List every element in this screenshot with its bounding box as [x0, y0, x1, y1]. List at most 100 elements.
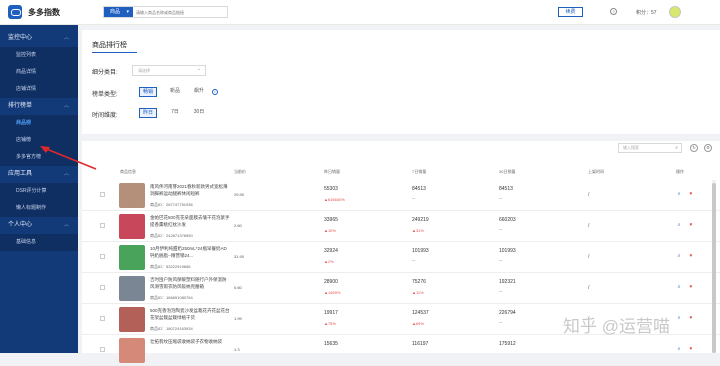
column-product-info: 商品信息	[120, 169, 136, 174]
help-icon[interactable]: ?	[610, 8, 617, 15]
info-icon[interactable]: i	[212, 89, 218, 95]
product-thumbnail[interactable]	[119, 307, 145, 332]
yesterday-change: ▲1469%	[324, 290, 341, 295]
column-actions: 操作	[676, 169, 684, 174]
product-name[interactable]: 壮拓翡纹压缩袋收纳袋子衣物收纳袋	[150, 338, 230, 345]
row-checkbox[interactable]	[100, 316, 105, 321]
favorite-icon[interactable]: ♥	[688, 346, 694, 352]
product-thumbnail[interactable]	[119, 214, 145, 239]
favorite-icon[interactable]: ♥	[688, 315, 694, 321]
sidebar-item-official-ranking[interactable]: 多多官方榜	[0, 149, 78, 166]
favorite-icon[interactable]: ♥	[688, 191, 694, 197]
page-title: 商品排行榜	[92, 42, 127, 49]
table-scrollbar[interactable]	[712, 183, 716, 353]
time-range-30d[interactable]: 30日	[190, 108, 208, 118]
column-price[interactable]: 当前价	[234, 169, 246, 175]
time-range-yesterday[interactable]: 昨日	[139, 108, 157, 118]
product-thumbnail[interactable]	[119, 338, 145, 363]
search-input[interactable]	[136, 7, 226, 17]
sidebar-section-label: 监控中心	[8, 35, 33, 41]
ranking-type-rising[interactable]: 飙升	[190, 87, 208, 97]
row-checkbox[interactable]	[100, 254, 105, 259]
table-row[interactable]: 吉时囤户防风保暖塑料随行户外保温防风滑雪雨衣防风吸纳兜腰箱 商品ID：16689…	[82, 273, 720, 304]
column-yesterday-sales[interactable]: 昨日销量	[324, 169, 340, 175]
week-change: --	[412, 258, 416, 264]
table-row[interactable]: 南风伟河南芽2021春秋新款男式宽松薄洞脚裤运动腿裤休闲短裤 商品ID：2677…	[82, 180, 720, 211]
sidebar-section-tools[interactable]: 应用工具 ︿	[0, 166, 78, 183]
sidebar-section-personal[interactable]: 个人中心 ︿	[0, 217, 78, 234]
search-icon[interactable]: ⌕	[676, 346, 682, 352]
month-change: --	[499, 258, 503, 264]
search-icon[interactable]: ⌕	[676, 191, 682, 197]
sidebar-item-product-detail[interactable]: 商品详情	[0, 64, 78, 81]
column-30day-sales[interactable]: 30日销量	[499, 169, 515, 175]
search-type-select[interactable]: 商品	[104, 7, 133, 17]
row-checkbox[interactable]	[100, 223, 105, 228]
favorite-icon[interactable]: ♥	[688, 253, 694, 259]
product-price: 2.60	[234, 223, 242, 228]
settings-icon[interactable]: ⚙	[704, 144, 712, 152]
sidebar-item-title-maker[interactable]: 懒人标题制作	[0, 200, 78, 217]
row-checkbox[interactable]	[100, 192, 105, 197]
month-sales: 84513	[499, 186, 513, 192]
product-price: 31.90	[234, 254, 245, 259]
yesterday-change: ▲2%	[324, 259, 334, 264]
table-row[interactable]: 壮拓翡纹压缩袋收纳袋子衣物收纳袋 1.3 15635 116197 175912…	[82, 335, 720, 366]
refresh-icon[interactable]: ↻	[690, 144, 698, 152]
table-header: 商品信息 当前价 昨日销量 7日销量 30日销量 上架时间 操作	[82, 167, 720, 179]
sidebar-item-dsr-calculator[interactable]: DSR评分计算	[0, 183, 78, 200]
table-row[interactable]: 10月伊利纯甜奶250mL*24瓶早餐奶AD钙奶脱脂--精营销24... 商品I…	[82, 242, 720, 273]
avatar[interactable]	[669, 6, 681, 18]
product-name[interactable]: 吉时囤户防风保暖塑料随行户外保温防风滑雪雨衣防风吸纳兜腰箱	[150, 276, 230, 290]
product-id: 商品ID：267747751936	[150, 202, 193, 207]
sidebar-item-monitor-list[interactable]: 监控列表	[0, 47, 78, 64]
product-thumbnail[interactable]	[119, 183, 145, 208]
product-thumbnail[interactable]	[119, 276, 145, 301]
sidebar-section-monitor[interactable]: 监控中心 ︿	[0, 30, 78, 47]
row-checkbox[interactable]	[100, 347, 105, 352]
yesterday-sales: 15635	[324, 341, 338, 347]
top-bar: 多多指数 商品 续费 ? 积分：57	[0, 0, 720, 25]
search-icon[interactable]: ⌕	[676, 284, 682, 290]
yesterday-sales: 55303	[324, 186, 338, 192]
table-search-input[interactable]: 输入搜索	[618, 143, 682, 153]
logo-icon[interactable]	[8, 5, 22, 19]
table-row[interactable]: 金帕巴花500克花朵面膜去皱干花泡紧手提香薰桃红枕沙发 商品ID：2428713…	[82, 211, 720, 242]
row-checkbox[interactable]	[100, 285, 105, 290]
search-icon[interactable]: ⌕	[676, 315, 682, 321]
month-sales: 101993	[499, 248, 516, 254]
category-select[interactable]: 请选择	[132, 65, 206, 76]
product-name[interactable]: 南风伟河南芽2021春秋新款男式宽松薄洞脚裤运动腿裤休闲短裤	[150, 183, 230, 197]
sidebar-section-rankings[interactable]: 排行榜单 ︿	[0, 98, 78, 115]
week-sales: 249219	[412, 217, 429, 223]
ranking-type-new[interactable]: 新品	[166, 87, 184, 97]
week-change: ▲11%	[412, 290, 424, 295]
month-change: --	[499, 320, 503, 326]
product-name[interactable]: 金帕巴花500克花朵面膜去皱干花泡紧手提香薰桃红枕沙发	[150, 214, 230, 228]
favorite-icon[interactable]: ♥	[688, 222, 694, 228]
sidebar-item-shop-ranking[interactable]: 店铺榜	[0, 132, 78, 149]
time-range-7d[interactable]: 7日	[166, 108, 184, 118]
product-name[interactable]: 500克香泡泡陶瓷沙发盆栽花卉花盆花台花架盆栽盆栽绿植干货	[150, 307, 230, 321]
upgrade-button[interactable]: 续费	[558, 7, 583, 17]
listing-date: /	[588, 192, 590, 198]
column-7day-sales[interactable]: 7日销量	[412, 169, 426, 175]
watermark: 知乎 @运营喵	[563, 317, 670, 336]
month-change: --	[499, 196, 503, 202]
product-thumbnail[interactable]	[119, 245, 145, 270]
chevron-up-icon: ︿	[63, 222, 69, 228]
sidebar-item-product-ranking[interactable]: 商品榜	[0, 115, 78, 132]
sidebar-item-shop-detail[interactable]: 店铺详情	[0, 81, 78, 98]
favorite-icon[interactable]: ♥	[688, 284, 694, 290]
ranking-type-hot[interactable]: 畅销	[139, 87, 157, 97]
sidebar: 监控中心 ︿ 监控列表 商品详情 店铺详情 排行榜单 ︿ 商品榜 店铺榜 多多官…	[0, 25, 78, 353]
month-sales: 175912	[499, 341, 516, 347]
main-panel: 商品排行榜 细分类目: 请选择 榜单类型: 畅销 新品 飙升 i 时间维度: 昨…	[82, 30, 720, 366]
week-sales: 101993	[412, 248, 429, 254]
product-name[interactable]: 10月伊利纯甜奶250mL*24瓶早餐奶AD钙奶脱脂--精营销24...	[150, 245, 230, 259]
brand-name: 多多指数	[28, 8, 60, 17]
column-listing-date[interactable]: 上架时间	[588, 169, 604, 175]
search-icon[interactable]: ⌕	[676, 222, 682, 228]
sidebar-item-basic-info[interactable]: 基础信息	[0, 234, 78, 251]
search-icon[interactable]: ⌕	[676, 253, 682, 259]
